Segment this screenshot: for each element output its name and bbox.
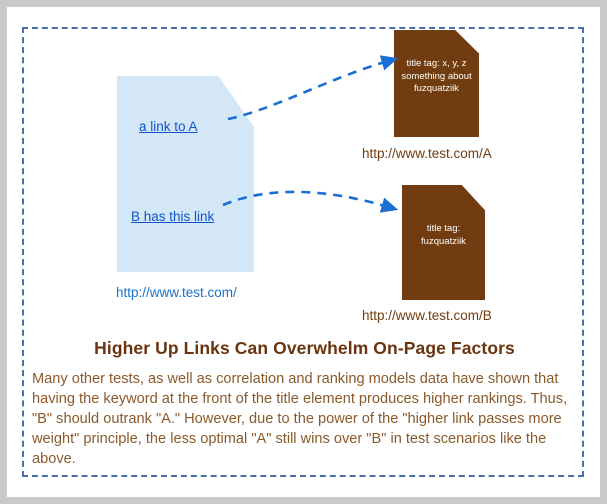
arrow-layer: [222, 55, 399, 213]
target-page-b-shape: title tag: fuzquatziik: [402, 185, 485, 300]
screenshot-root: a link to A B has this link http://www.t…: [0, 0, 607, 504]
target-page-a-url-caption: http://www.test.com/A: [362, 146, 492, 161]
target-page-b-title-tag: title tag: fuzquatziik: [421, 223, 466, 247]
target-page-a-shape: title tag: x, y, z something about fuzqu…: [394, 30, 479, 137]
target-page-a-title-tag: title tag: x, y, z something about fuzqu…: [401, 58, 472, 94]
target-page-b-url-caption: http://www.test.com/B: [362, 308, 492, 323]
source-page-url-caption: http://www.test.com/: [116, 285, 237, 300]
arrow-link-a-icon: [227, 55, 399, 121]
source-link-to-a[interactable]: a link to A: [139, 119, 198, 134]
body-paragraph: Many other tests, as well as correlation…: [32, 371, 568, 467]
source-link-to-b[interactable]: B has this link: [131, 209, 214, 224]
source-page-shape: [117, 76, 254, 272]
link-flow-diagram: a link to A B has this link http://www.t…: [0, 0, 607, 330]
explanation-block: Higher Up Links Can Overwhelm On-Page Fa…: [32, 338, 577, 469]
headline: Higher Up Links Can Overwhelm On-Page Fa…: [94, 338, 515, 358]
